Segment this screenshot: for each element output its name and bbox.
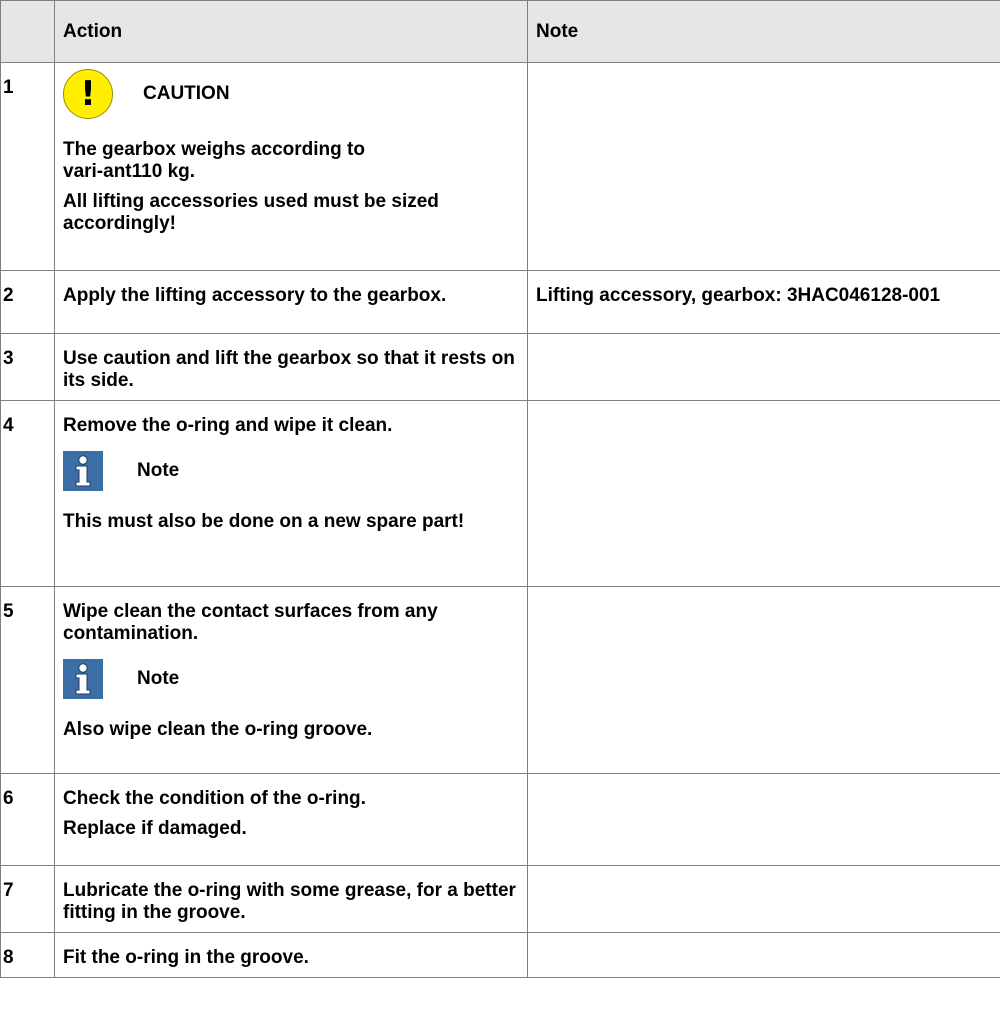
step-note [527, 932, 1000, 978]
note-text: This must also be done on a new spare pa… [63, 511, 465, 532]
note-label: Note [137, 460, 180, 481]
step-note: Lifting accessory, gearbox: 3HAC046128-0… [527, 270, 1000, 334]
step-action: Use caution and lift the gearbox so that… [54, 333, 528, 401]
table-row: 2 Apply the lifting accessory to the gea… [0, 270, 1000, 334]
step-text: Lubricate the o-ring with some grease, f… [63, 880, 516, 923]
step-text: The gearbox weighs according to vari-ant… [63, 139, 365, 182]
step-action: ! CAUTION The gearbox weighs according t… [54, 62, 528, 271]
info-icon [63, 659, 103, 699]
step-note [527, 773, 1000, 866]
step-number: 8 [0, 932, 55, 978]
procedure-table: Action Note 1 ! CAUTION The gearbox weig… [0, 0, 1000, 978]
step-text: Replace if damaged. [63, 818, 247, 839]
header-number [0, 0, 55, 63]
caution-icon: ! [63, 69, 113, 119]
table-row: 3 Use caution and lift the gearbox so th… [0, 333, 1000, 401]
note-callout: Note [63, 451, 519, 491]
step-number: 5 [0, 586, 55, 774]
table-row: 4 Remove the o-ring and wipe it clean. N… [0, 400, 1000, 587]
note-label: Note [137, 668, 180, 689]
step-text: Fit the o-ring in the groove. [63, 947, 309, 968]
caution-callout: ! CAUTION [63, 69, 519, 119]
table-row: 7 Lubricate the o-ring with some grease,… [0, 865, 1000, 933]
table-row: 5 Wipe clean the contact surfaces from a… [0, 586, 1000, 774]
step-text: All lifting accessories used must be siz… [63, 191, 439, 234]
step-action: Fit the o-ring in the groove. [54, 932, 528, 978]
note-text: Also wipe clean the o-ring groove. [63, 719, 373, 740]
step-text: Check the condition of the o-ring. [63, 788, 366, 809]
header-action: Action [54, 0, 528, 63]
step-number: 4 [0, 400, 55, 587]
step-number: 7 [0, 865, 55, 933]
step-note [527, 333, 1000, 401]
step-number: 1 [0, 62, 55, 271]
table-row: 8 Fit the o-ring in the groove. [0, 932, 1000, 978]
step-note [527, 865, 1000, 933]
step-number: 6 [0, 773, 55, 866]
table-header-row: Action Note [0, 0, 1000, 63]
step-note [527, 400, 1000, 587]
step-action: Apply the lifting accessory to the gearb… [54, 270, 528, 334]
step-text: Apply the lifting accessory to the gearb… [63, 285, 447, 306]
step-number: 3 [0, 333, 55, 401]
step-text: Wipe clean the contact surfaces from any… [63, 601, 438, 644]
step-note [527, 62, 1000, 271]
step-action: Wipe clean the contact surfaces from any… [54, 586, 528, 774]
step-action: Check the condition of the o-ring. Repla… [54, 773, 528, 866]
caution-label: CAUTION [143, 83, 230, 104]
step-number: 2 [0, 270, 55, 334]
info-icon [63, 451, 103, 491]
step-action: Lubricate the o-ring with some grease, f… [54, 865, 528, 933]
step-action: Remove the o-ring and wipe it clean. Not… [54, 400, 528, 587]
step-note [527, 586, 1000, 774]
step-text: Remove the o-ring and wipe it clean. [63, 415, 393, 436]
table-row: 1 ! CAUTION The gearbox weighs according… [0, 62, 1000, 271]
step-text: Use caution and lift the gearbox so that… [63, 348, 515, 391]
note-callout: Note [63, 659, 519, 699]
table-row: 6 Check the condition of the o-ring. Rep… [0, 773, 1000, 866]
header-note: Note [527, 0, 1000, 63]
